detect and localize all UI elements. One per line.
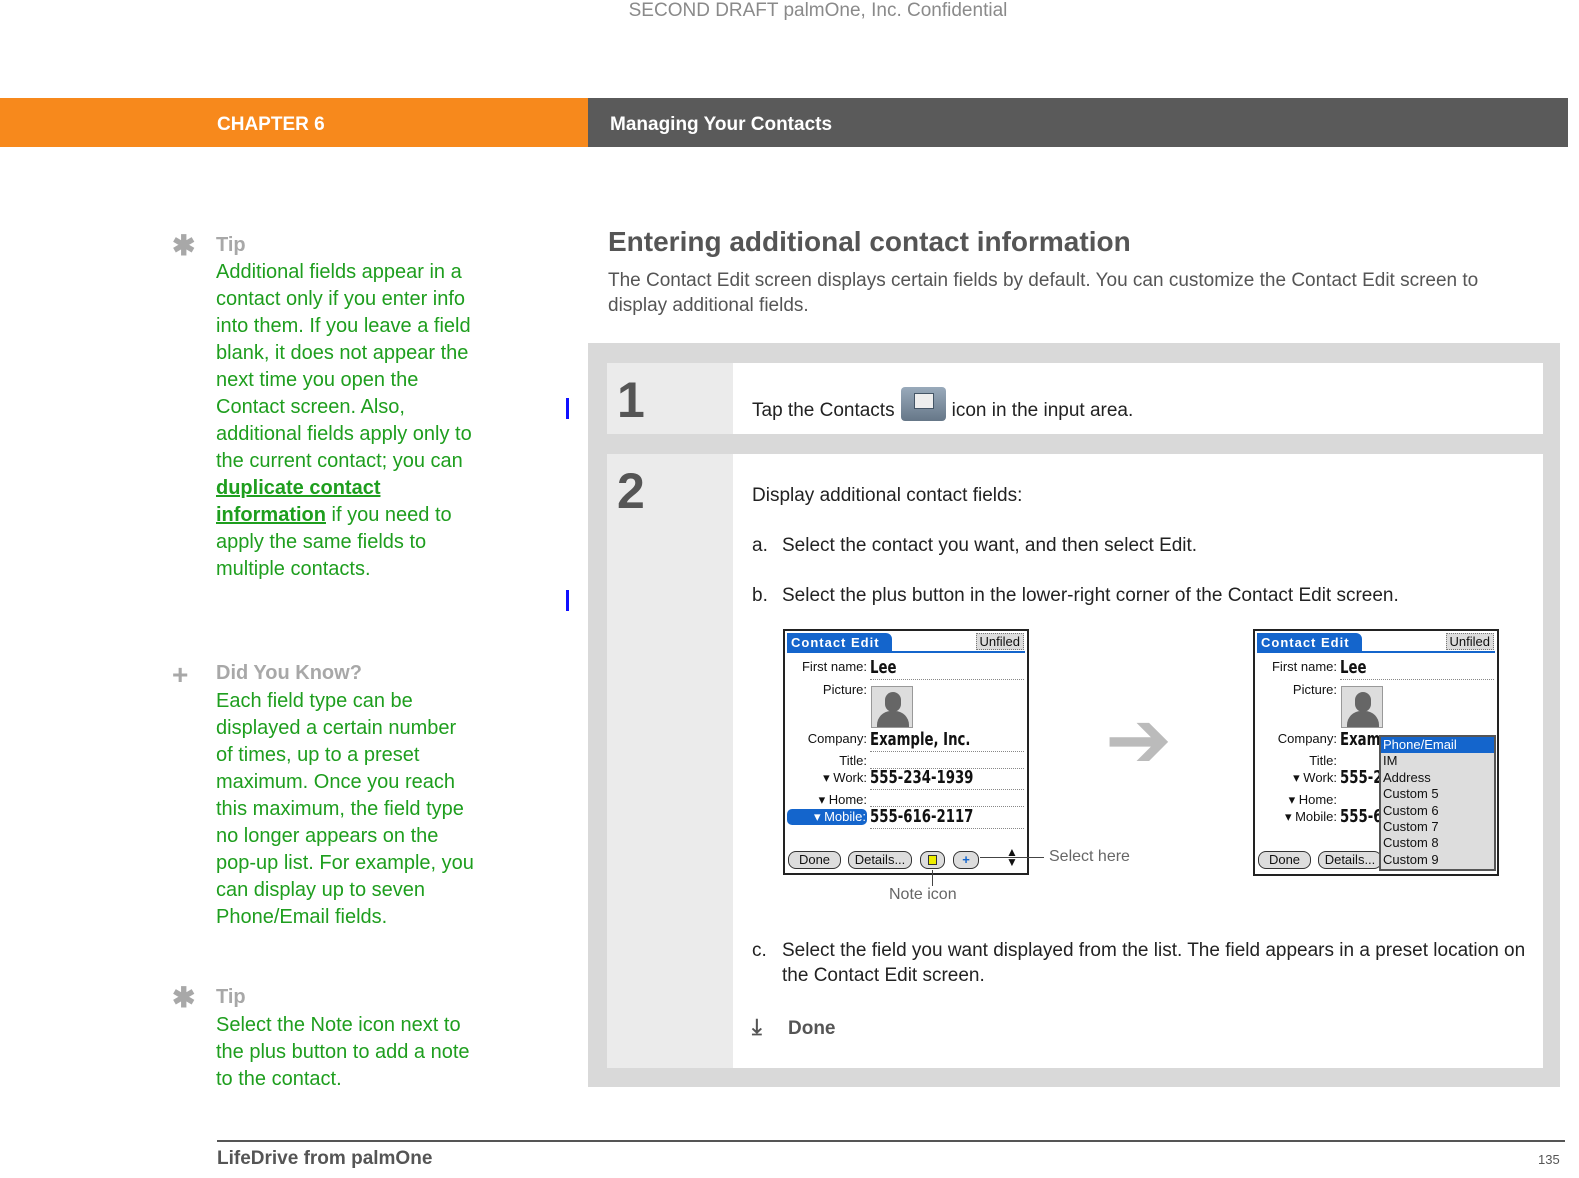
field-label: ▾ Work:	[823, 770, 867, 785]
popup-item[interactable]: Address	[1381, 770, 1494, 786]
field-label: Company:	[807, 731, 867, 746]
plus-button[interactable]: +	[953, 851, 979, 869]
substep-label: c.	[752, 940, 767, 961]
change-bar	[566, 398, 569, 419]
screen-title: Contact Edit	[787, 633, 892, 652]
substep-label: a.	[752, 535, 768, 556]
first-name-field[interactable]: Lee	[1340, 657, 1366, 678]
field-label: Title:	[1309, 753, 1337, 768]
footer-title: LifeDrive from palmOne	[217, 1148, 433, 1169]
plus-icon: +	[172, 659, 189, 690]
field-label: ▾ Mobile:	[1284, 809, 1337, 824]
substep-text: Select the plus button in the lower-righ…	[782, 585, 1399, 606]
mobile-label-selected[interactable]: ▾ Mobile:	[787, 809, 867, 825]
field-label: ▾ Home:	[818, 792, 867, 807]
done-button[interactable]: Done	[1258, 851, 1311, 869]
note-icon-callout: Note icon	[889, 886, 957, 903]
details-button[interactable]: Details...	[1318, 851, 1382, 869]
popup-item[interactable]: Custom 9	[1381, 852, 1494, 868]
popup-item[interactable]: Custom 5	[1381, 786, 1494, 802]
company-field[interactable]: Exam	[1340, 729, 1380, 750]
footer-divider	[217, 1140, 1565, 1142]
contacts-icon	[900, 387, 946, 421]
field-label: First name:	[1271, 659, 1337, 674]
step-number: 2	[607, 454, 733, 1068]
field-label: Picture:	[822, 682, 867, 697]
first-name-field[interactable]: Lee	[870, 657, 896, 678]
substep-text: Select the field you want displayed from…	[782, 940, 1526, 986]
category-dropdown[interactable]: Unfiled	[1445, 633, 1494, 650]
field-label: Picture:	[1292, 682, 1337, 697]
done-label: Done	[788, 1018, 836, 1039]
popup-item[interactable]: Custom 6	[1381, 803, 1494, 819]
done-button[interactable]: Done	[788, 851, 841, 869]
field-label: ▾ Home:	[1288, 792, 1337, 807]
page-number: 135	[1538, 1152, 1560, 1167]
did-you-know-title: Did You Know?	[216, 662, 362, 684]
step-text: icon in the input area.	[951, 399, 1134, 421]
popup-item-selected[interactable]: Phone/Email	[1381, 737, 1494, 754]
select-here-callout: Select here	[1049, 848, 1130, 865]
popup-item[interactable]: Custom 8	[1381, 835, 1494, 851]
step-number: 1	[607, 363, 733, 434]
draft-watermark: SECOND DRAFT palmOne, Inc. Confidential	[628, 0, 1008, 21]
note-icon[interactable]	[920, 851, 945, 869]
step-text: Tap the Contacts	[752, 399, 895, 421]
did-you-know-text: Each field type can be displayed a certa…	[216, 690, 474, 928]
contact-edit-screen-before: Contact Edit Unfiled First name: Lee Pic…	[783, 629, 1029, 875]
tip-title: Tip	[216, 234, 246, 256]
work-field[interactable]: 555-2	[1340, 767, 1382, 788]
chapter-title: Managing Your Contacts	[610, 114, 833, 135]
intro-text: The Contact Edit screen displays certain…	[608, 270, 1479, 316]
callout-line	[932, 870, 933, 886]
callout-line	[980, 857, 1044, 858]
field-type-popup: Phone/Email IM Address Custom 5 Custom 6…	[1379, 735, 1496, 871]
details-button[interactable]: Details...	[848, 851, 912, 869]
step-1: 1 Tap the Contacts icon in the input are…	[607, 363, 1543, 434]
contact-edit-screen-after: Contact Edit Unfiled First name: Lee Pic…	[1253, 629, 1499, 876]
substep-text: Select the contact you want, and then se…	[782, 535, 1198, 556]
company-field[interactable]: Example, Inc.	[870, 729, 970, 750]
field-label: Company:	[1277, 731, 1337, 746]
asterisk-icon: ✱	[172, 982, 196, 1013]
mobile-field[interactable]: 555-6	[1340, 806, 1382, 827]
picture-placeholder[interactable]	[871, 686, 913, 728]
field-label: ▾ Work:	[1293, 770, 1337, 785]
tip-title: Tip	[216, 986, 246, 1008]
category-dropdown[interactable]: Unfiled	[975, 633, 1024, 650]
arrow-right-icon: ➔	[1105, 695, 1173, 784]
popup-item[interactable]: IM	[1381, 753, 1494, 769]
picture-placeholder[interactable]	[1341, 686, 1383, 728]
chapter-label: CHAPTER 6	[217, 114, 325, 135]
field-label: Title:	[839, 753, 867, 768]
change-bar	[566, 590, 569, 611]
work-field[interactable]: 555-234-1939	[870, 767, 973, 788]
done-arrow-icon: ⤓	[752, 1014, 762, 1039]
tip-text: Select the Note icon next to the plus bu…	[216, 1014, 470, 1090]
step-text: Display additional contact fields:	[752, 485, 1023, 506]
mobile-field[interactable]: 555-616-2117	[870, 806, 973, 827]
tip-text: Additional fields appear in a contact on…	[216, 261, 472, 580]
field-label: First name:	[801, 659, 867, 674]
screen-title: Contact Edit	[1257, 633, 1362, 652]
substep-label: b.	[752, 585, 768, 606]
asterisk-icon: ✱	[172, 230, 196, 261]
section-heading: Entering additional contact information	[608, 226, 1131, 257]
popup-item[interactable]: Custom 7	[1381, 819, 1494, 835]
